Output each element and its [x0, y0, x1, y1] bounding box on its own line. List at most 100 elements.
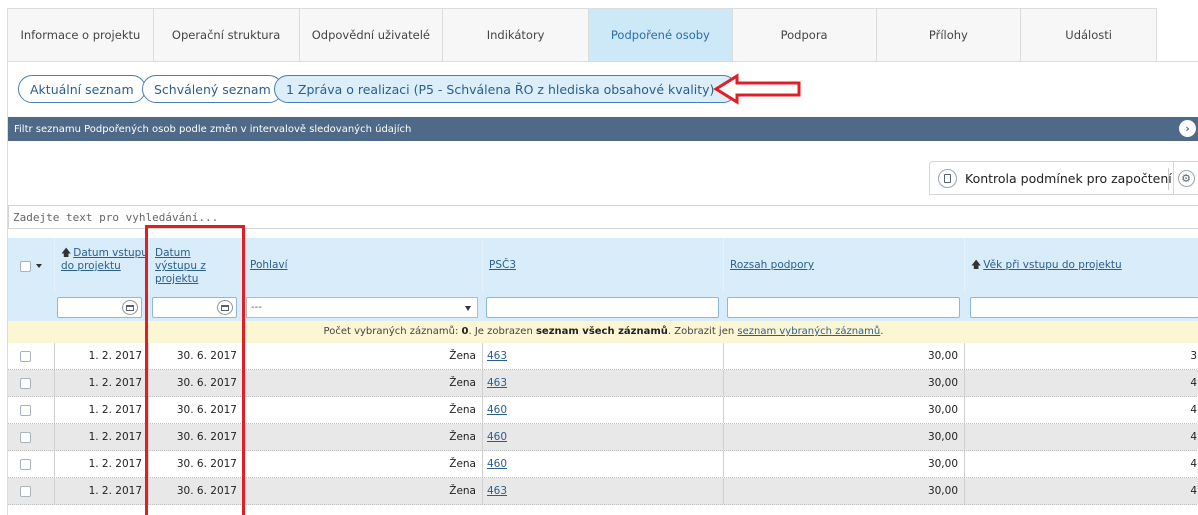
sort-asc-icon: 🡅: [61, 248, 72, 259]
col-psc-label[interactable]: PSČ3: [489, 259, 516, 271]
approved-list-button[interactable]: Schválený seznam: [142, 75, 283, 103]
exit-date-cell: 30. 6. 2017: [149, 424, 244, 450]
supported-persons-panel: Aktuální seznam Schválený seznam 1 Zpráv…: [7, 61, 1198, 515]
check-conditions-label: Kontrola podmínek pro započtení: [965, 170, 1172, 186]
settings-button[interactable]: ⚙: [1174, 161, 1198, 195]
support-scope-cell: 30,00: [724, 478, 965, 504]
table-row[interactable]: 1. 2. 2017 30. 6. 2017 Žena 463 30,00 4: [8, 370, 1198, 397]
divider: [1168, 168, 1169, 190]
tab-attachments[interactable]: Přílohy: [876, 9, 1022, 61]
table-header: 🡅 Datum vstupu do projektu Datum výstupu …: [8, 238, 1198, 293]
gender-cell: Žena: [244, 478, 483, 504]
tab-events[interactable]: Události: [1021, 9, 1157, 61]
row-checkbox[interactable]: [20, 459, 31, 470]
exit-date-cell: 30. 6. 2017: [149, 451, 244, 477]
col-age[interactable]: 🡅 Věk při vstupu do projektu: [965, 238, 1198, 293]
gender-filter-select[interactable]: ---: [246, 297, 478, 318]
entry-date-cell: 1. 2. 2017: [55, 370, 149, 396]
selection-info: Počet vybraných záznamů: 0. Je zobrazen …: [8, 321, 1198, 343]
gender-cell: Žena: [244, 343, 483, 369]
psc-filter[interactable]: [486, 297, 719, 318]
calculator-icon: [938, 168, 957, 188]
tab-support[interactable]: Podpora: [732, 9, 877, 61]
support-scope-filter[interactable]: [727, 297, 960, 318]
col-entry-date-label[interactable]: Datum vstupu do projektu: [61, 247, 148, 272]
support-scope-cell: 30,00: [724, 397, 965, 423]
gender-cell: Žena: [244, 451, 483, 477]
row-checkbox[interactable]: [20, 378, 31, 389]
entry-date-cell: 1. 2. 2017: [55, 424, 149, 450]
age-cell: 4: [1190, 431, 1197, 443]
filter-bar[interactable]: Filtr seznamu Podpořených osob podle změ…: [8, 117, 1198, 141]
annotation-arrow-icon: [713, 73, 801, 105]
gender-cell: Žena: [244, 397, 483, 423]
col-gender[interactable]: Pohlaví: [244, 238, 483, 293]
select-all-checkbox[interactable]: [20, 261, 31, 272]
calendar-icon[interactable]: [217, 300, 233, 315]
current-list-button[interactable]: Aktuální seznam: [18, 75, 146, 103]
psc-link[interactable]: 463: [487, 485, 507, 497]
tab-operational-structure[interactable]: Operační struktura: [153, 9, 300, 61]
filter-row: ---: [8, 293, 1198, 321]
tab-supported-persons[interactable]: Podpořené osoby: [589, 9, 733, 61]
tab-project-info[interactable]: Informace o projektu: [8, 9, 154, 61]
col-age-label[interactable]: Věk při vstupu do projektu: [983, 259, 1121, 271]
age-filter[interactable]: [970, 297, 1198, 318]
support-scope-cell: 30,00: [724, 343, 965, 369]
table-row[interactable]: 1. 2. 2017 30. 6. 2017 Žena 460 30,00 4: [8, 451, 1198, 478]
top-tabs: Informace o projektu Operační struktura …: [7, 8, 1157, 61]
psc-link[interactable]: 463: [487, 350, 507, 362]
support-scope-cell: 30,00: [724, 424, 965, 450]
chevron-right-icon[interactable]: ›: [1179, 120, 1196, 137]
row-checkbox[interactable]: [20, 351, 31, 362]
psc-link[interactable]: 460: [487, 431, 507, 443]
search-input[interactable]: [8, 205, 1198, 229]
psc-link[interactable]: 463: [487, 377, 507, 389]
table-row[interactable]: 1. 2. 2017 30. 6. 2017 Žena 463 30,00 4: [8, 478, 1198, 505]
exit-date-cell: 30. 6. 2017: [149, 478, 244, 504]
exit-date-filter[interactable]: [152, 297, 237, 318]
gender-cell: Žena: [244, 424, 483, 450]
chevron-down-icon[interactable]: [36, 264, 42, 268]
select-all-cell: [8, 238, 55, 293]
table-row[interactable]: 1. 2. 2017 30. 6. 2017 Žena 460 30,00 4: [8, 424, 1198, 451]
report-dropdown-label: 1 Zpráva o realizaci (P5 - Schválena ŘO …: [286, 81, 715, 97]
filter-bar-label: Filtr seznamu Podpořených osob podle změ…: [14, 123, 412, 135]
table-row[interactable]: 1. 2. 2017 30. 6. 2017 Žena 460 30,00 4: [8, 397, 1198, 424]
support-scope-cell: 30,00: [724, 451, 965, 477]
check-conditions-button[interactable]: Kontrola podmínek pro započtení: [929, 161, 1174, 195]
entry-date-cell: 1. 2. 2017: [55, 397, 149, 423]
selected-records-link[interactable]: seznam vybraných záznamů: [737, 326, 880, 337]
col-exit-date[interactable]: Datum výstupu z projektu: [149, 238, 244, 293]
col-support-scope-label[interactable]: Rozsah podpory: [730, 259, 814, 271]
entry-date-cell: 1. 2. 2017: [55, 451, 149, 477]
table-row[interactable]: 1. 2. 2017 30. 6. 2017 Žena 463 30,00 3: [8, 343, 1198, 370]
row-checkbox[interactable]: [20, 486, 31, 497]
psc-link[interactable]: 460: [487, 404, 507, 416]
report-dropdown-button[interactable]: 1 Zpráva o realizaci (P5 - Schválena ŘO …: [274, 75, 738, 103]
exit-date-cell: 30. 6. 2017: [149, 397, 244, 423]
exit-date-cell: 30. 6. 2017: [149, 343, 244, 369]
gender-cell: Žena: [244, 370, 483, 396]
col-psc[interactable]: PSČ3: [483, 238, 724, 293]
entry-date-cell: 1. 2. 2017: [55, 343, 149, 369]
entry-date-cell: 1. 2. 2017: [55, 478, 149, 504]
calendar-icon[interactable]: [122, 300, 138, 315]
tab-indicators[interactable]: Indikátory: [443, 9, 589, 61]
gender-filter-value: ---: [251, 302, 262, 313]
col-gender-label[interactable]: Pohlaví: [250, 259, 288, 271]
row-checkbox[interactable]: [20, 405, 31, 416]
psc-link[interactable]: 460: [487, 458, 507, 470]
col-support-scope[interactable]: Rozsah podpory: [724, 238, 965, 293]
tab-responsible-users[interactable]: Odpovědní uživatelé: [299, 9, 444, 61]
gear-icon: ⚙: [1177, 169, 1195, 187]
age-cell: 3: [1190, 350, 1197, 362]
age-cell: 4: [1190, 458, 1197, 470]
entry-date-filter[interactable]: [57, 297, 142, 318]
row-checkbox[interactable]: [20, 432, 31, 443]
col-entry-date[interactable]: 🡅 Datum vstupu do projektu: [55, 238, 149, 293]
col-exit-date-label[interactable]: Datum výstupu z projektu: [155, 247, 206, 285]
exit-date-cell: 30. 6. 2017: [149, 370, 244, 396]
chevron-down-icon: [465, 306, 471, 311]
age-cell: 4: [1190, 485, 1197, 497]
